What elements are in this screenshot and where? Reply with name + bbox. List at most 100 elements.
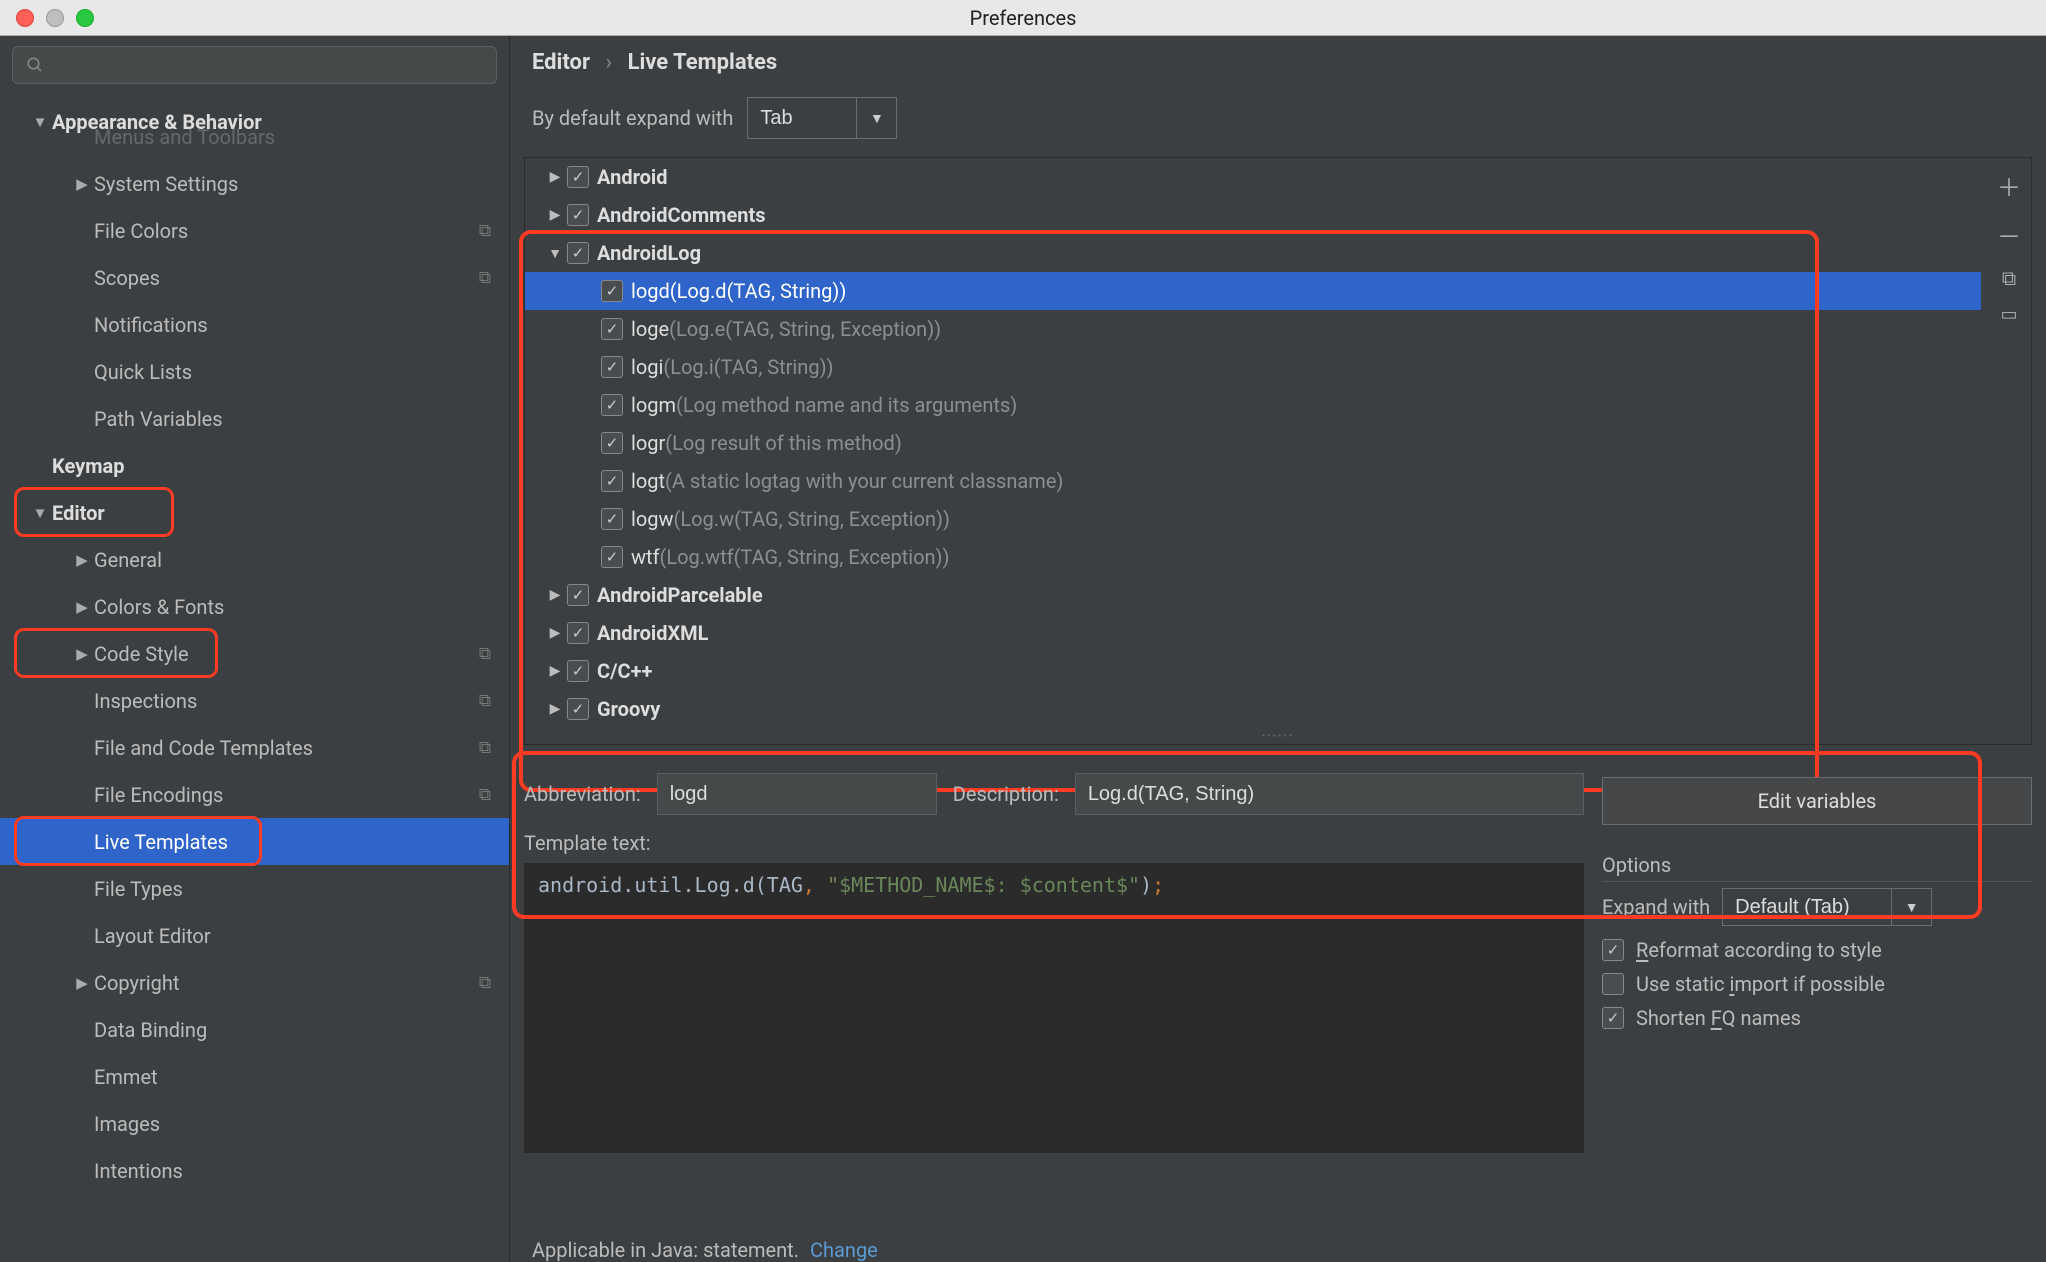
- template-group-label: AndroidXML: [597, 621, 708, 645]
- sidebar-item-keymap[interactable]: Keymap: [0, 442, 509, 489]
- sidebar-item-colorsfonts[interactable]: ▶Colors & Fonts: [0, 583, 509, 630]
- checkbox-icon[interactable]: ✓: [601, 318, 623, 340]
- copy-icon: ⧉: [479, 973, 491, 993]
- sidebar-item-codestyle[interactable]: ▶Code Style⧉: [0, 630, 509, 677]
- sidebar-item-filetemplates[interactable]: File and Code Templates⧉: [0, 724, 509, 771]
- option-label: Reformat according to style: [1636, 938, 1882, 962]
- sidebar-item-inspections[interactable]: Inspections⧉: [0, 677, 509, 724]
- template-group-androidcomments[interactable]: ▶✓AndroidComments: [525, 196, 1981, 234]
- description-input[interactable]: [1075, 773, 1584, 815]
- copy-icon: ⧉: [479, 268, 491, 288]
- template-item-logw[interactable]: ✓logw (Log.w(TAG, String, Exception)): [525, 500, 1981, 538]
- checkbox-icon[interactable]: ✓: [601, 508, 623, 530]
- sidebar-item-label: Colors & Fonts: [94, 595, 224, 619]
- checkbox-icon[interactable]: ✓: [601, 432, 623, 454]
- change-context-link[interactable]: Change: [810, 1238, 878, 1262]
- sidebar-item-label: Quick Lists: [94, 360, 192, 384]
- checkbox-icon[interactable]: ✓: [601, 470, 623, 492]
- checkbox-icon[interactable]: ✓: [567, 204, 589, 226]
- sidebar-item-syssettings[interactable]: ▶System Settings: [0, 160, 509, 207]
- description-label: Description:: [953, 782, 1059, 806]
- template-item-logm[interactable]: ✓logm (Log method name and its arguments…: [525, 386, 1981, 424]
- reformat-option[interactable]: ✓ Reformat according to style: [1602, 938, 2032, 962]
- chevron-right-icon: ▶: [543, 701, 567, 717]
- sidebar-item-copyright[interactable]: ▶Copyright⧉: [0, 959, 509, 1006]
- sidebar-item-emmet[interactable]: Emmet: [0, 1053, 509, 1100]
- default-expand-label: By default expand with: [532, 106, 733, 130]
- checkbox-icon[interactable]: ✓: [567, 166, 589, 188]
- template-abbr: logd: [631, 279, 670, 303]
- checkbox-icon[interactable]: ✓: [567, 242, 589, 264]
- search-input[interactable]: [12, 46, 497, 84]
- template-item-wtf[interactable]: ✓wtf (Log.wtf(TAG, String, Exception)): [525, 538, 1981, 576]
- remove-icon[interactable]: －: [1997, 217, 2021, 252]
- expand-with-select[interactable]: ▼: [1722, 888, 1932, 926]
- chevron-right-icon: ▶: [543, 587, 567, 603]
- template-desc: (Log.w(TAG, String, Exception)): [674, 507, 950, 531]
- template-item-logi[interactable]: ✓logi (Log.i(TAG, String)): [525, 348, 1981, 386]
- chevron-down-icon[interactable]: ▼: [857, 97, 897, 139]
- static-import-option[interactable]: Use static import if possible: [1602, 972, 2032, 996]
- sidebar-item-layouteditor[interactable]: Layout Editor: [0, 912, 509, 959]
- template-text-editor[interactable]: android.util.Log.d(TAG, "$METHOD_NAME$: …: [524, 863, 1584, 1153]
- sidebar-item-images[interactable]: Images: [0, 1100, 509, 1147]
- default-expand-select[interactable]: ▼: [747, 97, 897, 139]
- sidebar-item-fileenc[interactable]: File Encodings⧉: [0, 771, 509, 818]
- resize-handle[interactable]: ••••••: [1262, 731, 1294, 742]
- settings-tree: ▼Appearance & BehaviorMenus and Toolbars…: [0, 94, 509, 1262]
- sidebar-item-pathvars[interactable]: Path Variables: [0, 395, 509, 442]
- sidebar-item-filecolors[interactable]: File Colors⧉: [0, 207, 509, 254]
- sidebar-item-livetmpl[interactable]: Live Templates: [0, 818, 509, 865]
- sidebar-item-quicklists[interactable]: Quick Lists: [0, 348, 509, 395]
- template-item-logt[interactable]: ✓logt (A static logtag with your current…: [525, 462, 1981, 500]
- edit-variables-button[interactable]: Edit variables: [1602, 777, 2032, 825]
- chevron-right-icon: ▶: [70, 645, 94, 663]
- minimize-window-button[interactable]: [46, 9, 64, 27]
- checkbox-icon[interactable]: ✓: [1602, 939, 1624, 961]
- sidebar-item-filetypes[interactable]: File Types: [0, 865, 509, 912]
- sidebar-item-general[interactable]: ▶General: [0, 536, 509, 583]
- template-group-android[interactable]: ▶✓Android: [525, 158, 1981, 196]
- copy-icon[interactable]: ⧉: [2002, 266, 2016, 290]
- template-desc: (Log.wtf(TAG, String, Exception)): [660, 545, 950, 569]
- checkbox-icon[interactable]: ✓: [601, 546, 623, 568]
- template-abbr: logm: [631, 393, 676, 417]
- template-item-logr[interactable]: ✓logr (Log result of this method): [525, 424, 1981, 462]
- template-group-androidlog[interactable]: ▼✓AndroidLog: [525, 234, 1981, 272]
- zoom-window-button[interactable]: [76, 9, 94, 27]
- checkbox-icon[interactable]: ✓: [601, 356, 623, 378]
- sidebar-item-menus[interactable]: Menus and Toolbars: [0, 113, 509, 160]
- sidebar-item-scopes[interactable]: Scopes⧉: [0, 254, 509, 301]
- chevron-down-icon[interactable]: ▼: [1892, 888, 1932, 926]
- sidebar-item-intentions[interactable]: Intentions: [0, 1147, 509, 1194]
- checkbox-icon[interactable]: ✓: [567, 622, 589, 644]
- checkbox-icon[interactable]: ✓: [601, 394, 623, 416]
- checkbox-icon[interactable]: ✓: [567, 660, 589, 682]
- close-window-button[interactable]: [16, 9, 34, 27]
- breadcrumb-root[interactable]: Editor: [532, 50, 590, 75]
- option-label: Shorten FQ names: [1636, 1006, 1801, 1030]
- shorten-fq-option[interactable]: ✓ Shorten FQ names: [1602, 1006, 2032, 1030]
- template-group-androidxml[interactable]: ▶✓AndroidXML: [525, 614, 1981, 652]
- checkbox-icon[interactable]: ✓: [1602, 1007, 1624, 1029]
- abbreviation-input[interactable]: [657, 773, 937, 815]
- checkbox-icon[interactable]: ✓: [567, 584, 589, 606]
- chevron-right-icon: ▶: [543, 663, 567, 679]
- checkbox-icon[interactable]: ✓: [601, 280, 623, 302]
- sidebar-item-editor[interactable]: ▼Editor: [0, 489, 509, 536]
- sidebar-item-label: Keymap: [52, 454, 124, 478]
- sidebar-item-databinding[interactable]: Data Binding: [0, 1006, 509, 1053]
- expand-with-value[interactable]: [1722, 888, 1892, 926]
- template-group-groovy[interactable]: ▶✓Groovy: [525, 690, 1981, 728]
- checkbox-icon[interactable]: [1602, 973, 1624, 995]
- default-expand-value[interactable]: [747, 97, 857, 139]
- template-item-loge[interactable]: ✓loge (Log.e(TAG, String, Exception)): [525, 310, 1981, 348]
- sidebar-item-notif[interactable]: Notifications: [0, 301, 509, 348]
- checkbox-icon[interactable]: ✓: [567, 698, 589, 720]
- template-group-cc[interactable]: ▶✓C/C++: [525, 652, 1981, 690]
- template-group-androidparcelable[interactable]: ▶✓AndroidParcelable: [525, 576, 1981, 614]
- template-item-logd[interactable]: ✓logd (Log.d(TAG, String)): [525, 272, 1981, 310]
- applicable-text: Applicable in Java: statement.: [532, 1238, 799, 1262]
- add-icon[interactable]: ＋: [1997, 168, 2021, 203]
- paste-icon[interactable]: ▭: [2000, 304, 2017, 325]
